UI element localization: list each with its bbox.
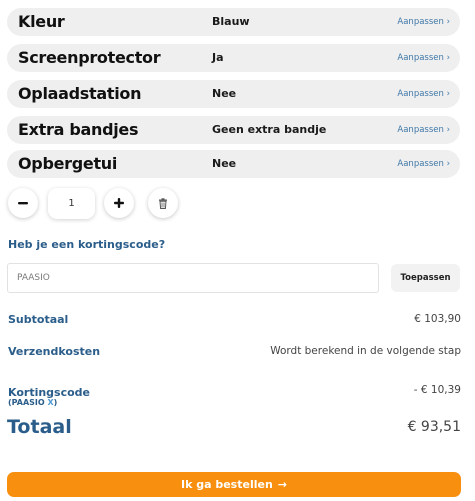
option-row-screenprotector: Screenprotector Ja Aanpassen › [7,44,460,72]
option-label: Screenprotector [18,48,161,67]
option-row-oplaadstation: Oplaadstation Nee Aanpassen › [7,80,460,108]
arrow-right-icon: → [277,478,288,491]
shipping-label: Verzendkosten [8,345,101,358]
option-value: Ja [212,51,224,64]
option-label: Opbergetui [18,154,118,173]
option-label: Extra bandjes [18,120,139,139]
edit-option-link[interactable]: Aanpassen › [397,53,450,63]
minus-icon [18,202,28,205]
increase-quantity-button[interactable] [104,188,134,218]
coupon-code-input[interactable]: PAASIO [7,263,379,293]
order-button-label: Ik ga bestellen [180,478,273,491]
coupon-question: Heb je een kortingscode? [8,238,166,251]
quantity-field[interactable]: 1 [48,188,95,219]
discount-value: - € 10,39 [413,384,461,396]
option-row-opbergetui: Opbergetui Nee Aanpassen › [7,150,460,178]
decrease-quantity-button[interactable] [8,188,38,218]
option-value: Nee [212,87,237,100]
option-value: Blauw [212,15,250,28]
total-value: € 93,51 [407,419,461,435]
option-value: Geen extra bandje [212,123,327,136]
edit-option-link[interactable]: Aanpassen › [397,125,450,135]
delete-item-button[interactable] [148,188,178,218]
discount-code-info: (PAASIO X) [8,398,57,407]
edit-option-link[interactable]: Aanpassen › [397,17,450,27]
option-label: Kleur [18,12,65,31]
apply-coupon-button[interactable]: Toepassen [391,264,460,292]
subtotal-value: € 103,90 [414,313,461,325]
order-button[interactable]: Ik ga bestellen → [7,472,461,497]
discount-code-close-paren: ) [53,398,58,407]
plus-icon [114,198,124,208]
subtotal-label: Subtotaal [8,313,69,326]
option-row-extra-bandjes: Extra bandjes Geen extra bandje Aanpasse… [7,116,460,144]
trash-icon [159,197,167,209]
total-label: Totaal [7,416,72,438]
edit-option-link[interactable]: Aanpassen › [397,159,450,169]
option-label: Oplaadstation [18,84,142,103]
shipping-value: Wordt berekend in de volgende stap [270,345,461,357]
discount-code-text: (PAASIO [8,398,48,407]
option-row-kleur: Kleur Blauw Aanpassen › [7,8,460,36]
option-value: Nee [212,157,237,170]
edit-option-link[interactable]: Aanpassen › [397,89,450,99]
